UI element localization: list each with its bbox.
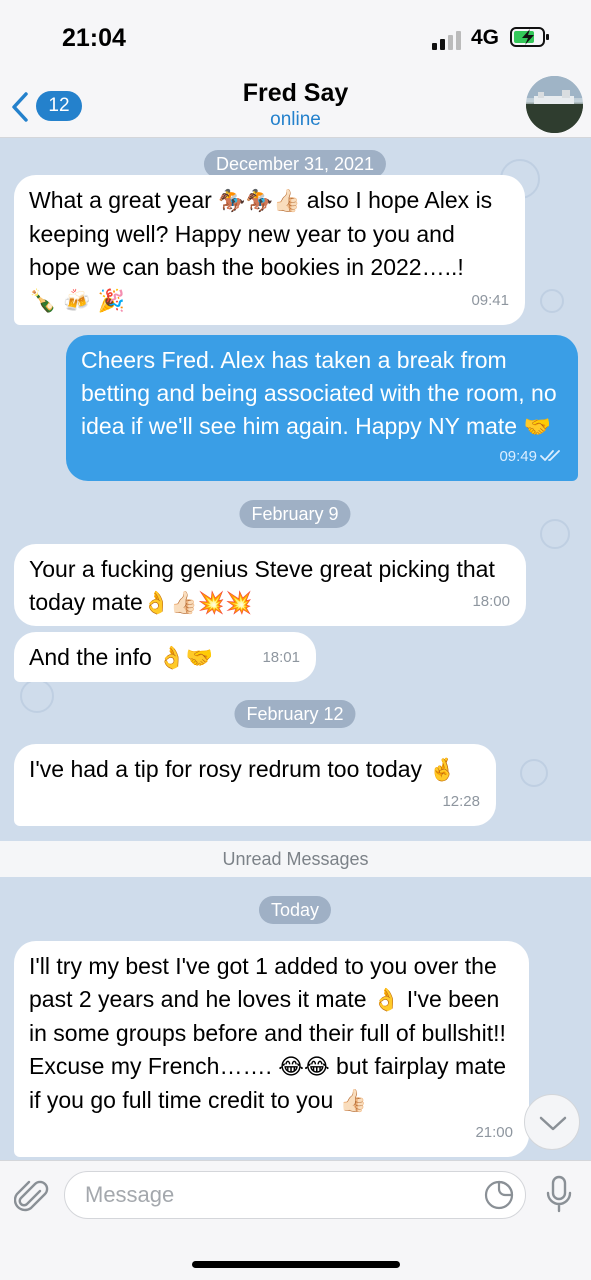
message-incoming[interactable]: I've had a tip for rosy redrum too today…: [14, 744, 496, 826]
message-incoming[interactable]: And the info 👌🤝 18:01: [14, 632, 316, 682]
message-list[interactable]: December 31, 2021 What a great year 🏇🏇👍🏻…: [0, 139, 591, 1160]
chevron-down-icon: [539, 1116, 567, 1131]
paperclip-icon[interactable]: [14, 1177, 50, 1217]
message-emoji: 👌: [372, 988, 401, 1013]
message-emoji: 🤞: [428, 758, 456, 783]
signal-icon: [432, 28, 464, 50]
status-bar: 21:04 4G: [0, 0, 591, 76]
message-incoming[interactable]: What a great year 🏇🏇👍🏻 also I hope Alex …: [14, 175, 525, 325]
message-text: What a great year: [29, 187, 219, 213]
message-input[interactable]: [64, 1171, 526, 1219]
chat-status: online: [270, 109, 321, 130]
message-time: 09:41: [471, 292, 509, 309]
network-type: 4G: [471, 26, 500, 49]
message-incoming[interactable]: I'll try my best I've got 1 added to you…: [14, 941, 529, 1157]
message-emoji: 😂😂: [278, 1055, 330, 1080]
message-time: 12:28: [442, 793, 480, 810]
message-outgoing[interactable]: Cheers Fred. Alex has taken a break from…: [66, 335, 578, 481]
home-indicator: [192, 1261, 400, 1268]
message-text: Your a fucking genius Steve great pickin…: [29, 556, 495, 615]
message-emoji: 🏇🏇👍🏻: [218, 189, 301, 214]
message-time: 18:01: [262, 649, 300, 666]
sticker-icon[interactable]: [483, 1179, 515, 1211]
date-separator: Today: [258, 896, 332, 924]
message-text: Cheers Fred. Alex has taken a break from…: [81, 347, 557, 439]
input-bar: [0, 1160, 591, 1280]
message-emoji: 🍾 🍻 🎉: [29, 289, 126, 314]
message-emoji: 👌🤝: [158, 646, 213, 671]
message-incoming[interactable]: Your a fucking genius Steve great pickin…: [14, 544, 526, 626]
chat-header: 12 Fred Say online: [0, 76, 591, 138]
message-emoji: 👍🏻: [339, 1089, 368, 1114]
date-separator: February 12: [234, 700, 356, 728]
battery-charging-icon: [510, 27, 549, 47]
microphone-icon[interactable]: [544, 1175, 574, 1215]
scroll-down-button[interactable]: [524, 1094, 580, 1150]
message-emoji: 👌👍🏻💥💥: [142, 591, 253, 616]
message-time-status: 09:49: [499, 440, 562, 473]
message-text: I've had a tip for rosy redrum too today: [29, 756, 429, 782]
chat-title[interactable]: Fred Say: [0, 79, 591, 108]
double-check-icon: [540, 450, 560, 461]
date-separator: December 31, 2021: [203, 150, 387, 178]
message-time: 21:00: [475, 1124, 513, 1141]
status-time: 21:04: [62, 24, 126, 52]
message-time: 18:00: [472, 593, 510, 610]
message-text: And the info: [29, 644, 159, 670]
date-separator: February 9: [239, 500, 351, 528]
unread-messages-separator: Unread Messages: [0, 841, 591, 877]
avatar[interactable]: [526, 76, 583, 133]
